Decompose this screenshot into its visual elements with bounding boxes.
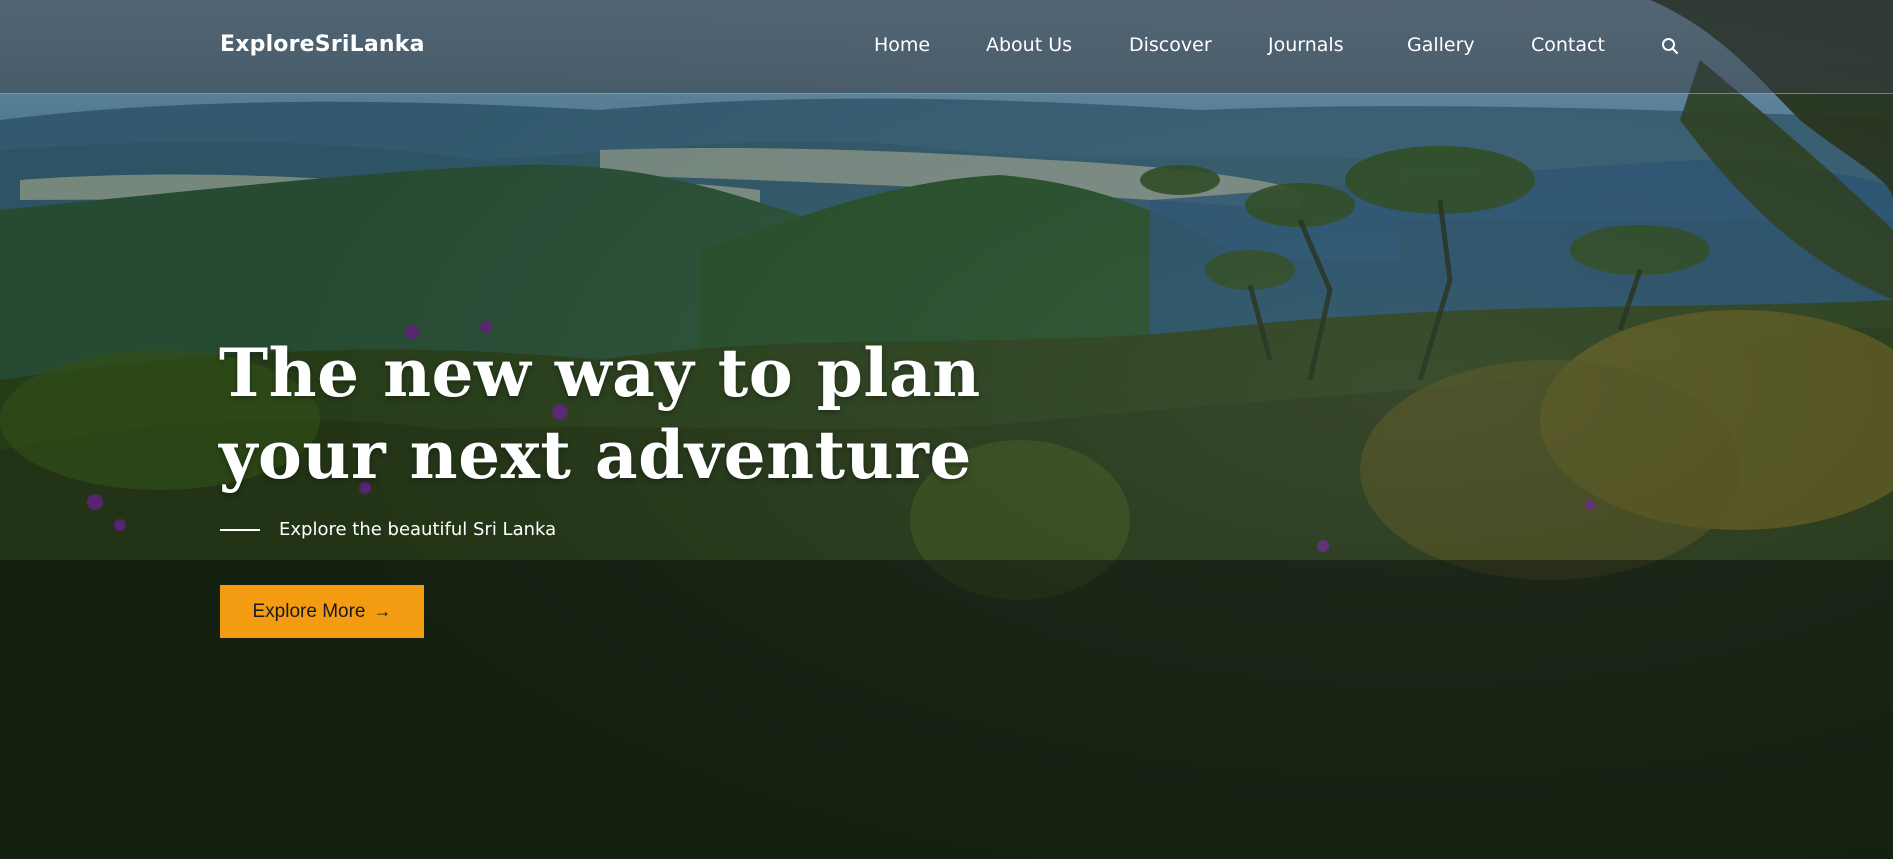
nav-item-journals[interactable]: Journals — [1268, 34, 1344, 56]
search-icon[interactable] — [1661, 37, 1679, 55]
nav-item-about-us[interactable]: About Us — [986, 34, 1072, 56]
hero-headline-line-1: The new way to plan — [219, 334, 981, 412]
hero-headline-line-2: your next adventure — [219, 416, 972, 494]
top-navbar: ExploreSriLanka Home About Us Discover J… — [0, 0, 1893, 94]
nav-item-discover[interactable]: Discover — [1129, 34, 1212, 56]
explore-more-label: Explore More — [252, 600, 366, 622]
hero-section: ExploreSriLanka Home About Us Discover J… — [0, 0, 1893, 859]
brand-logo[interactable]: ExploreSriLanka — [220, 32, 425, 57]
subtitle-divider — [220, 529, 260, 531]
nav-item-gallery[interactable]: Gallery — [1407, 34, 1475, 56]
arrow-right-icon: → — [373, 601, 392, 621]
hero-subtitle: Explore the beautiful Sri Lanka — [279, 519, 557, 540]
explore-more-button[interactable]: Explore More → — [220, 585, 424, 638]
nav-item-contact[interactable]: Contact — [1531, 34, 1605, 56]
hero-headline: The new way to plan your next adventure — [219, 332, 981, 496]
nav-item-home[interactable]: Home — [874, 34, 930, 56]
